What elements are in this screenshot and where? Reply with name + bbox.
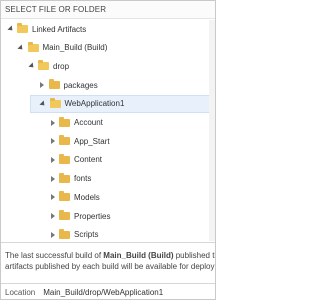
folder-icon	[59, 153, 70, 164]
artifact-tree: Linked Artifacts Main_Build (Build) drop pa…	[1, 20, 215, 241]
tree-item-label: drop	[53, 61, 70, 71]
tree-item-label: App_Start	[74, 136, 110, 146]
tree-item-label: Linked Artifacts	[32, 24, 87, 34]
folder-icon	[59, 116, 70, 127]
tree-folder-item[interactable]: Scripts	[1, 226, 215, 241]
expand-arrow-icon-glyph	[17, 44, 25, 52]
info-message-line-1: The last successful build of Main_Build …	[5, 250, 215, 261]
collapse-arrow-icon-glyph	[50, 175, 55, 182]
expand-arrow-icon[interactable]	[17, 44, 26, 52]
expand-arrow-icon-glyph	[39, 100, 47, 108]
collapse-arrow-icon[interactable]	[48, 156, 57, 163]
folder-icon	[48, 79, 60, 90]
build-name: Main_Build (Build)	[103, 251, 174, 260]
info-message-line-2: artifacts published by each build will b…	[5, 262, 216, 271]
tree-item-label: packages	[63, 80, 98, 90]
tree-scrollbar[interactable]	[209, 20, 215, 241]
collapse-arrow-icon[interactable]	[48, 194, 57, 201]
tree-item-label: Content	[74, 155, 103, 165]
tree-item-label: Scripts	[74, 230, 99, 240]
collapse-arrow-icon-glyph	[40, 82, 44, 89]
info-text: published the	[175, 251, 215, 260]
tree-item-label: Main_Build (Build)	[42, 43, 108, 53]
expand-arrow-icon-glyph	[27, 62, 36, 70]
collapse-arrow-icon[interactable]	[48, 119, 57, 126]
tree-folder-item[interactable]: drop	[1, 57, 215, 75]
location-label: Location	[5, 288, 36, 297]
tree-folder-item[interactable]: Account	[1, 114, 215, 132]
collapse-arrow-icon[interactable]	[48, 175, 57, 182]
select-file-dialog: SELECT FILE OR FOLDER Linked Artifacts Ma…	[0, 0, 216, 300]
dialog-title: SELECT FILE OR FOLDER	[1, 1, 215, 19]
folder-icon	[38, 60, 49, 71]
folder-icon	[59, 172, 70, 183]
tree-folder-item[interactable]: fonts	[1, 170, 215, 188]
collapse-arrow-icon[interactable]	[38, 82, 47, 89]
collapse-arrow-icon-glyph	[50, 194, 55, 201]
collapse-arrow-icon[interactable]	[48, 213, 57, 219]
folder-icon	[59, 228, 70, 239]
folder-icon	[49, 97, 61, 108]
tree-item-label: Properties	[74, 211, 111, 221]
info-text: The last successful build of	[5, 251, 104, 260]
tree-folder-item[interactable]: Properties	[1, 207, 215, 225]
expand-arrow-icon-glyph	[6, 25, 15, 33]
collapse-arrow-icon-glyph	[50, 138, 55, 145]
collapse-arrow-icon[interactable]	[48, 138, 57, 145]
folder-icon	[17, 23, 28, 33]
tree-folder-item[interactable]: Linked Artifacts	[1, 20, 215, 38]
expand-arrow-icon[interactable]	[39, 100, 48, 108]
tree-folder-item[interactable]: Models	[1, 188, 215, 206]
location-value[interactable]: Main_Build/drop/WebApplication1	[43, 288, 163, 297]
expand-arrow-icon[interactable]	[6, 25, 15, 33]
tree-folder-item[interactable]: WebApplication1	[30, 94, 214, 113]
folder-icon	[59, 135, 70, 146]
collapse-arrow-icon-glyph	[50, 119, 55, 126]
tree-folder-item[interactable]: packages	[1, 76, 215, 94]
collapse-arrow-icon-glyph	[50, 231, 55, 238]
expand-arrow-icon[interactable]	[27, 62, 36, 70]
folder-icon	[27, 41, 39, 52]
tree-item-label: fonts	[74, 174, 92, 184]
collapse-arrow-icon-glyph	[50, 213, 55, 219]
collapse-arrow-icon[interactable]	[48, 231, 57, 238]
tree-folder-item[interactable]: App_Start	[1, 132, 215, 150]
folder-icon	[59, 210, 70, 220]
tree-item-label: Models	[74, 192, 100, 202]
folder-icon	[59, 191, 70, 202]
tree-folder-item[interactable]: Content	[1, 151, 215, 169]
collapse-arrow-icon-glyph	[50, 156, 55, 163]
tree-item-label: Account	[74, 118, 103, 127]
tree-folder-item[interactable]: Main_Build (Build)	[1, 39, 215, 57]
tree-item-label: WebApplication1	[64, 99, 125, 109]
info-message: The last successful build of Main_Build …	[1, 242, 216, 282]
location-bar: Location Main_Build/drop/WebApplication1	[1, 283, 215, 299]
